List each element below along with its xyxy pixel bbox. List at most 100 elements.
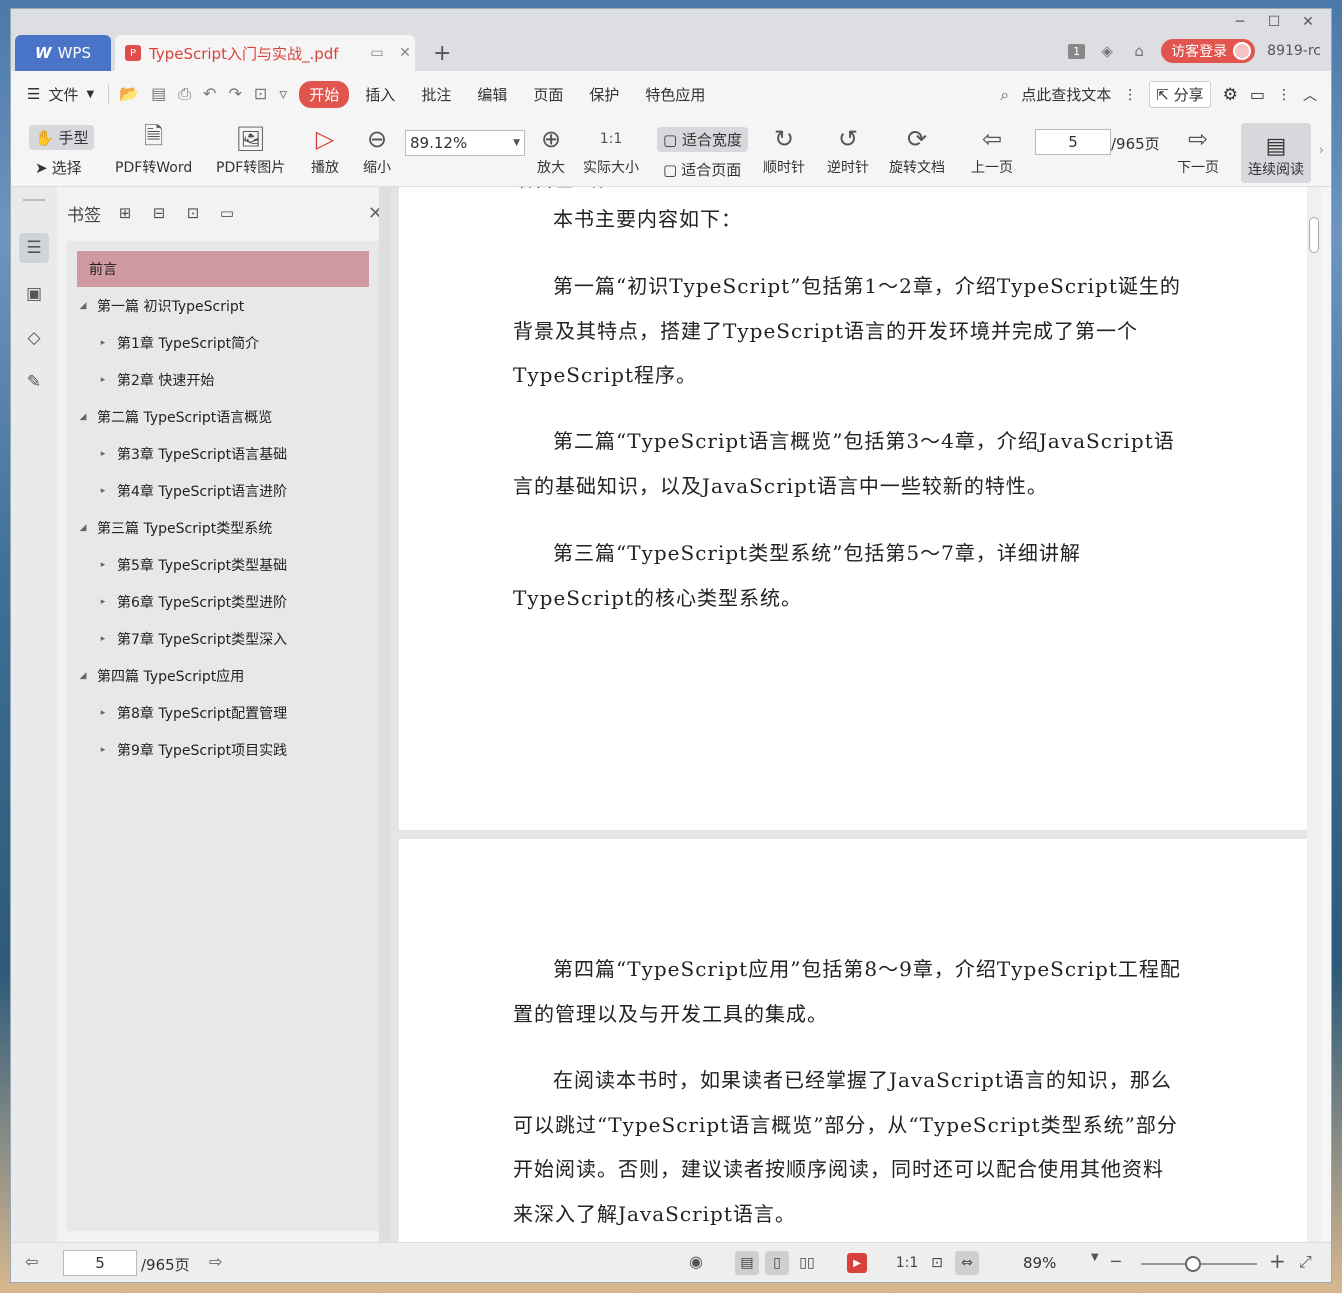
pin-tab-icon[interactable]: ▭ — [367, 45, 387, 61]
collapse-ribbon-icon[interactable]: ︿ — [1303, 85, 1317, 105]
rotate-document-button[interactable]: ⟳ 旋转文档 — [889, 121, 945, 177]
eye-protect-icon[interactable]: ◉ — [689, 1252, 703, 1271]
zoom-dropdown-icon[interactable]: ▼ — [1091, 1252, 1099, 1263]
next-page-button[interactable]: ⇨ 下一页 — [1177, 121, 1219, 177]
bookmark-item[interactable]: ▸ 第3章 TypeScript语言基础 — [97, 436, 287, 472]
collapsed-triangle-icon[interactable]: ▸ — [97, 745, 109, 755]
collapsed-triangle-icon[interactable]: ▸ — [97, 708, 109, 718]
zoom-slider[interactable] — [1141, 1256, 1257, 1272]
play-button[interactable]: ▷ 播放 — [311, 121, 339, 177]
fullscreen-icon[interactable]: ⤢ — [1299, 1252, 1312, 1272]
close-tab-icon[interactable]: ✕ — [395, 45, 415, 61]
signature-panel-icon[interactable]: ✎ — [19, 367, 49, 397]
thumbnail-panel-icon[interactable]: ▣ — [19, 279, 49, 309]
status-actual-size-icon[interactable]: 1:1 — [895, 1251, 919, 1275]
bookmark-panel-icon[interactable]: ☰ — [19, 233, 49, 263]
single-page-icon[interactable]: ▯ — [765, 1251, 789, 1275]
pdf-to-image-button[interactable]: 🖼 PDF转图片 — [216, 121, 285, 177]
tab-insert[interactable]: 插入 — [355, 81, 405, 108]
more-vertical-icon[interactable]: ⋮ — [1123, 87, 1137, 103]
collapsed-triangle-icon[interactable]: ▸ — [97, 375, 109, 385]
rotate-counter-button[interactable]: ↺ 逆时针 — [827, 121, 869, 177]
add-tab-button[interactable]: + — [433, 41, 451, 66]
zoom-select[interactable]: 89.12% ▼ — [405, 130, 525, 156]
print-icon[interactable]: ⎙ — [178, 84, 191, 104]
bookmark-item[interactable]: 前言 — [77, 251, 369, 287]
scrollbar-thumb[interactable] — [1309, 217, 1319, 253]
bookmark-item[interactable]: ◢ 第二篇 TypeScript语言概览 — [77, 399, 273, 435]
file-menu[interactable]: ☰ 文件 ▼ — [27, 84, 94, 105]
bookmark-item[interactable]: ▸ 第6章 TypeScript类型进阶 — [97, 584, 287, 620]
maximize-button[interactable]: ☐ — [1257, 9, 1291, 35]
fit-width-button[interactable]: ▢ 适合宽度 — [657, 127, 748, 152]
add-bookmark-icon[interactable]: ⊡ — [183, 204, 203, 222]
bookmark-item[interactable]: ▸ 第9章 TypeScript项目实践 — [97, 732, 287, 768]
collapsed-triangle-icon[interactable]: ▸ — [97, 449, 109, 459]
tab-page[interactable]: 页面 — [523, 81, 573, 108]
bookmark-item[interactable]: ▸ 第2章 快速开始 — [97, 362, 215, 398]
zoom-out-button[interactable]: ⊖ 缩小 — [363, 121, 391, 177]
status-zoom-label[interactable]: 89% — [1023, 1254, 1056, 1272]
status-prev-page-icon[interactable]: ⇦ — [25, 1252, 38, 1271]
expand-all-icon[interactable]: ⊞ — [115, 204, 135, 222]
minimize-button[interactable]: ─ — [1223, 9, 1257, 35]
status-fit-width-icon[interactable]: ⇔ — [955, 1251, 979, 1275]
open-folder-icon[interactable]: 📂 — [119, 84, 139, 104]
actual-size-button[interactable]: 1:1 实际大小 — [583, 121, 639, 177]
select-tool[interactable]: ➤ 选择 — [35, 157, 82, 178]
shirt-icon[interactable]: ⌂ — [1129, 41, 1149, 61]
zoom-in-button[interactable]: ⊕ 放大 — [537, 121, 565, 177]
redo-icon[interactable]: ↷ — [228, 84, 241, 104]
fit-page-button[interactable]: ▢ 适合页面 — [663, 159, 741, 180]
prev-page-button[interactable]: ⇦ 上一页 — [971, 121, 1013, 177]
share-button[interactable]: ⇱ 分享 — [1149, 81, 1211, 108]
gear-icon[interactable]: ⚙ — [1223, 85, 1238, 105]
expanded-triangle-icon[interactable]: ◢ — [77, 523, 89, 533]
collapsed-triangle-icon[interactable]: ▸ — [97, 338, 109, 348]
bookmark-item[interactable]: ◢ 第四篇 TypeScript应用 — [77, 658, 245, 694]
bookmark-item[interactable]: ◢ 第三篇 TypeScript类型系统 — [77, 510, 273, 546]
comment-icon[interactable]: ▭ — [1250, 85, 1265, 104]
more-quick-icon[interactable]: ▿ — [279, 84, 287, 104]
rotate-clockwise-button[interactable]: ↻ 顺时针 — [763, 121, 805, 177]
tab-annotate[interactable]: 批注 — [411, 81, 461, 108]
panel-scrollbar[interactable] — [379, 187, 391, 1242]
expanded-triangle-icon[interactable]: ◢ — [77, 412, 89, 422]
hand-tool[interactable]: ✋ 手型 — [29, 125, 95, 150]
status-next-page-icon[interactable]: ⇨ — [209, 1252, 222, 1271]
slideshow-play-icon[interactable]: ▶ — [847, 1253, 867, 1273]
export-image-icon[interactable]: ⊡ — [254, 84, 267, 104]
bookmark-item[interactable]: ▸ 第1章 TypeScript简介 — [97, 325, 259, 361]
annotation-panel-icon[interactable]: ◇ — [19, 323, 49, 353]
more-menu-icon[interactable]: ⋮ — [1277, 87, 1291, 103]
collapsed-triangle-icon[interactable]: ▸ — [97, 634, 109, 644]
bookmark-item[interactable]: ▸ 第4章 TypeScript语言进阶 — [97, 473, 287, 509]
skin-icon[interactable]: ◈ — [1097, 41, 1117, 61]
zoom-minus-icon[interactable]: ─ — [1111, 1252, 1121, 1271]
status-fit-page-icon[interactable]: ⊡ — [925, 1251, 949, 1275]
tab-document[interactable]: P TypeScript入门与实战_.pdf ▭ ✕ — [115, 35, 415, 71]
page-number-input[interactable]: 5 — [1035, 129, 1111, 155]
bookmark-item[interactable]: ▸ 第5章 TypeScript类型基础 — [97, 547, 287, 583]
collapsed-triangle-icon[interactable]: ▸ — [97, 560, 109, 570]
status-page-input[interactable]: 5 — [63, 1250, 137, 1276]
collapse-all-icon[interactable]: ⊟ — [149, 204, 169, 222]
zoom-slider-knob[interactable] — [1185, 1256, 1202, 1272]
continuous-view-icon[interactable]: ▤ — [735, 1251, 759, 1275]
search-icon[interactable]: ⌕ — [1000, 85, 1009, 105]
expanded-triangle-icon[interactable]: ◢ — [77, 301, 89, 311]
tab-wps-home[interactable]: W WPS — [15, 35, 111, 71]
collapsed-triangle-icon[interactable]: ▸ — [97, 597, 109, 607]
window-count-badge[interactable]: 1 — [1068, 43, 1086, 59]
expanded-triangle-icon[interactable]: ◢ — [77, 671, 89, 681]
pdf-to-word-button[interactable]: 🗎 PDF转Word — [115, 121, 192, 177]
two-page-icon[interactable]: ▯▯ — [795, 1251, 819, 1275]
guest-login-button[interactable]: 访客登录 — [1161, 39, 1256, 63]
tab-special[interactable]: 特色应用 — [635, 81, 715, 108]
continuous-read-button[interactable]: ▤ 连续阅读 — [1241, 123, 1311, 183]
document-viewer[interactable]: 语言基础。 本书主要内容如下： 第一篇“初识TypeScript”包括第1～2章… — [391, 187, 1321, 1242]
undo-icon[interactable]: ↶ — [203, 84, 216, 104]
toolbar-more-icon[interactable]: › — [1319, 143, 1324, 157]
zoom-plus-icon[interactable]: + — [1269, 1249, 1286, 1273]
tab-protect[interactable]: 保护 — [579, 81, 629, 108]
